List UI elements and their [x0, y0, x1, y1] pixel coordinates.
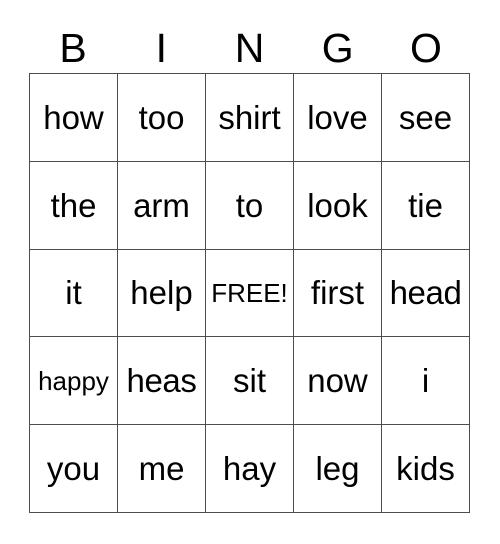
bingo-cell[interactable]: leg	[294, 425, 382, 513]
bingo-cell-label: see	[398, 98, 453, 136]
bingo-cell-label: i	[421, 362, 430, 400]
bingo-cell-label: now	[307, 362, 368, 400]
bingo-cell-label: the	[50, 186, 97, 224]
bingo-header-letter-o: O	[409, 25, 442, 71]
bingo-cell-label: to	[235, 186, 264, 224]
bingo-cell[interactable]: first	[294, 249, 382, 338]
bingo-cell[interactable]: the	[30, 161, 118, 250]
bingo-cell-free[interactable]: FREE!	[206, 249, 294, 338]
bingo-cell-label: head	[389, 274, 462, 312]
bingo-cell-label: sit	[233, 362, 266, 400]
bingo-header-letter-b: B	[59, 25, 87, 71]
bingo-cell[interactable]: shirt	[206, 74, 294, 162]
bingo-cell[interactable]: how	[30, 74, 118, 162]
bingo-cell-label: tie	[408, 186, 443, 224]
bingo-cell-label: look	[307, 186, 368, 224]
bingo-cell-label: it	[65, 274, 82, 312]
bingo-card: B I N G O how too shirt love see the arm to look…	[0, 0, 500, 544]
bingo-cell-label: leg	[315, 450, 360, 488]
bingo-cell[interactable]: to	[206, 161, 294, 250]
bingo-cell[interactable]: sit	[206, 337, 294, 426]
bingo-cell[interactable]: happy	[30, 337, 118, 426]
bingo-cell[interactable]: tie	[382, 161, 470, 250]
bingo-cell[interactable]: kids	[382, 425, 470, 513]
bingo-cell-label: FREE!	[211, 277, 288, 308]
bingo-cell-label: kids	[396, 450, 455, 488]
bingo-cell[interactable]: now	[294, 337, 382, 426]
bingo-header-letter-n: N	[234, 25, 265, 71]
bingo-cell[interactable]: i	[382, 337, 470, 426]
bingo-cell[interactable]: head	[382, 249, 470, 338]
bingo-cell[interactable]: arm	[118, 161, 206, 250]
bingo-cell[interactable]: hay	[206, 425, 294, 513]
bingo-cell[interactable]: too	[118, 74, 206, 162]
bingo-cell[interactable]: it	[30, 249, 118, 338]
bingo-header-letter-g: G	[321, 25, 354, 71]
bingo-cell[interactable]: me	[118, 425, 206, 513]
bingo-cell[interactable]: heas	[118, 337, 206, 426]
bingo-cell-label: help	[130, 274, 193, 312]
bingo-cell[interactable]: you	[30, 425, 118, 513]
bingo-cell-label: shirt	[218, 98, 281, 136]
bingo-cell[interactable]: see	[382, 74, 470, 162]
bingo-cell-label: too	[138, 98, 185, 136]
bingo-cell[interactable]: help	[118, 249, 206, 338]
bingo-cell[interactable]: love	[294, 74, 382, 162]
bingo-cell-label: arm	[133, 186, 190, 224]
bingo-cell-label: love	[307, 98, 368, 136]
bingo-header-row: B I N G O	[29, 24, 470, 73]
bingo-cell-label: happy	[38, 365, 109, 396]
bingo-cell-label: how	[43, 98, 104, 136]
bingo-header-letter-i: I	[155, 25, 167, 71]
bingo-cell-label: me	[138, 450, 185, 488]
bingo-cell-label: you	[46, 450, 101, 488]
bingo-cell-label: hay	[222, 450, 277, 488]
bingo-grid: how too shirt love see the arm to look tie it help F…	[29, 73, 470, 513]
bingo-cell[interactable]: look	[294, 161, 382, 250]
bingo-cell-label: heas	[126, 362, 197, 400]
bingo-cell-label: first	[310, 274, 365, 312]
